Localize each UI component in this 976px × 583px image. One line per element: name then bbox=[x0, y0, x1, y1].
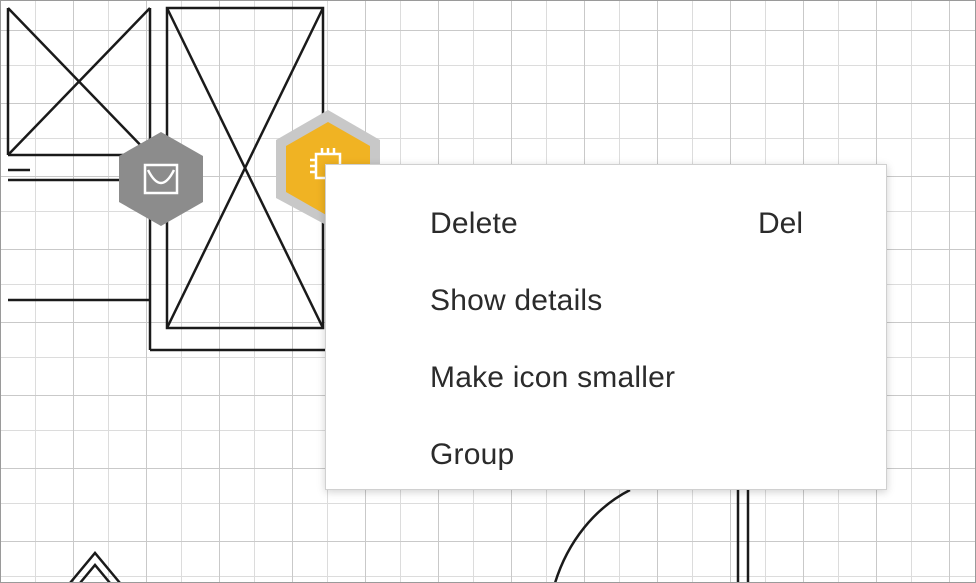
menu-item-shortcut: Del bbox=[758, 206, 804, 240]
bottom-shapes[interactable] bbox=[69, 488, 750, 583]
menu-item-group[interactable]: Group bbox=[326, 416, 886, 493]
menu-item-label: Delete bbox=[430, 206, 518, 240]
menu-item-make-icon-smaller[interactable]: Make icon smaller bbox=[326, 339, 886, 416]
menu-item-delete[interactable]: Delete Del bbox=[326, 185, 886, 262]
menu-item-label: Group bbox=[430, 437, 515, 471]
menu-item-label: Show details bbox=[430, 283, 603, 317]
context-menu: Delete Del Show details Make icon smalle… bbox=[325, 164, 887, 490]
menu-item-label: Make icon smaller bbox=[430, 360, 676, 394]
menu-item-show-details[interactable]: Show details bbox=[326, 262, 886, 339]
bucket-icon[interactable] bbox=[115, 130, 207, 228]
